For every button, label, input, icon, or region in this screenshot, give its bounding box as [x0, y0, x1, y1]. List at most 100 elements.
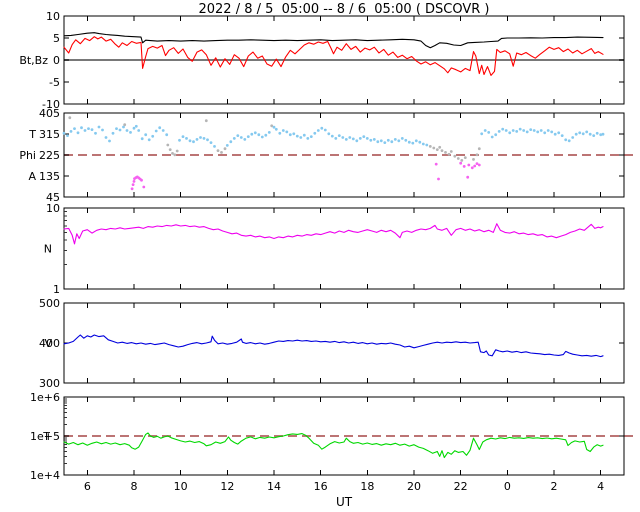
phi-dot: [449, 150, 453, 153]
chart-canvas: 1050-5-10Bt,Bz40531522513545TPhiA101N500…: [19, 10, 637, 493]
phi-dot: [467, 163, 471, 167]
phi-dot: [206, 138, 209, 142]
phi-dot: [369, 138, 373, 142]
y-tick-label: 0: [53, 54, 60, 67]
phi-dot: [557, 131, 561, 135]
phi-dot: [592, 134, 596, 138]
x-tick-label: 8: [131, 480, 138, 493]
phi-dot: [313, 131, 317, 135]
phi-dot: [425, 143, 429, 147]
phi-dot: [601, 132, 605, 136]
phi-dot: [397, 139, 401, 143]
phi-dot: [272, 125, 276, 129]
phi-dot: [344, 138, 348, 141]
panel-variable-label: T: [28, 128, 36, 141]
phi-dot: [108, 139, 111, 143]
y-tick-label: 405: [39, 107, 60, 120]
phi-dot: [140, 178, 143, 182]
phi-dot: [432, 146, 436, 150]
phi-dot: [115, 127, 118, 130]
phi-dot: [209, 141, 213, 145]
phi-dot: [288, 133, 292, 137]
phi-dot: [444, 151, 447, 154]
phi-dot: [376, 140, 380, 144]
phi-dot: [142, 185, 146, 189]
phi-dot: [83, 129, 87, 132]
phi-dot: [225, 144, 229, 147]
phi-dot: [80, 126, 83, 130]
phi-dot: [437, 177, 440, 181]
phi-dot: [144, 133, 148, 137]
phi-dot: [477, 163, 481, 167]
phi-dot: [274, 127, 278, 131]
phi-dot: [585, 130, 589, 134]
phi-dot: [68, 116, 72, 120]
phi-dot: [532, 129, 536, 132]
phi-dot: [330, 134, 334, 138]
phi-dot: [411, 141, 415, 145]
phi-dot: [243, 138, 247, 141]
phi-dot: [118, 128, 122, 132]
phi-dot: [463, 156, 467, 160]
panel-variable-label: A: [28, 170, 36, 183]
phi-dot: [140, 137, 144, 141]
phi-dot: [390, 140, 394, 144]
phi-dot: [515, 130, 519, 133]
phi-dot: [165, 133, 169, 137]
phi-dot: [459, 161, 463, 165]
series-n: [63, 223, 604, 245]
panel-variable-label: V: [44, 337, 52, 350]
phi-dot: [309, 135, 313, 139]
phi-dot: [204, 119, 208, 123]
x-tick-label: 12: [220, 480, 234, 493]
phi-dot: [125, 129, 129, 132]
phi-dot: [111, 131, 115, 135]
phi-dot: [327, 132, 331, 136]
x-tick-label: 14: [267, 480, 281, 493]
panel-v: 500400300V: [39, 297, 625, 390]
phi-dot: [101, 128, 104, 132]
phi-dot: [281, 129, 285, 132]
phi-dot: [447, 152, 451, 156]
y-tick-label: 5: [53, 32, 60, 45]
phi-dot: [129, 131, 132, 134]
y-tick-label: 135: [39, 170, 60, 183]
phi-dot: [372, 138, 376, 141]
panel-t: 1e+61e+51e+4T: [30, 391, 637, 482]
x-tick-label: 4: [597, 480, 604, 493]
phi-dot: [550, 130, 554, 134]
phi-dot: [581, 132, 585, 136]
phi-dot: [232, 137, 236, 140]
panel-variable-label: Bt,Bz: [19, 54, 48, 67]
y-tick-label: 1e+6: [30, 391, 60, 404]
phi-dot: [480, 132, 484, 136]
phi-dot: [223, 147, 227, 151]
phi-dot: [192, 140, 195, 144]
phi-dot: [87, 127, 90, 130]
x-axis-label: UT: [335, 495, 353, 509]
phi-dot: [365, 137, 369, 140]
phi-dot: [69, 130, 73, 133]
panel-n: 10 1 N: [44, 202, 625, 296]
phi-dot: [438, 145, 442, 149]
phi-dot: [250, 132, 254, 136]
y-tick-label: -5: [49, 76, 60, 89]
panel-phi: 40531522513545TPhiA: [19, 107, 637, 204]
y-tick-label: 10: [46, 10, 60, 23]
phi-dot: [132, 180, 136, 183]
phi-dot: [246, 135, 250, 139]
x-tick-label: 16: [314, 480, 328, 493]
phi-dot: [285, 130, 289, 134]
phi-dot: [407, 140, 411, 144]
panel-variable-label: N: [44, 243, 52, 256]
phi-dot: [393, 138, 397, 141]
series-bz: [63, 36, 604, 76]
phi-dot: [362, 135, 366, 139]
phi-dot: [76, 131, 80, 135]
phi-dot: [404, 138, 408, 142]
series-bt: [63, 32, 604, 49]
phi-dot: [525, 130, 529, 134]
x-tick-label: 6: [84, 480, 91, 493]
x-tick-label: 2: [551, 480, 558, 493]
dscovr-solar-wind-plot: 2022 / 8 / 5 05:00 -- 8 / 6 05:00 ( DSCO…: [0, 0, 640, 512]
